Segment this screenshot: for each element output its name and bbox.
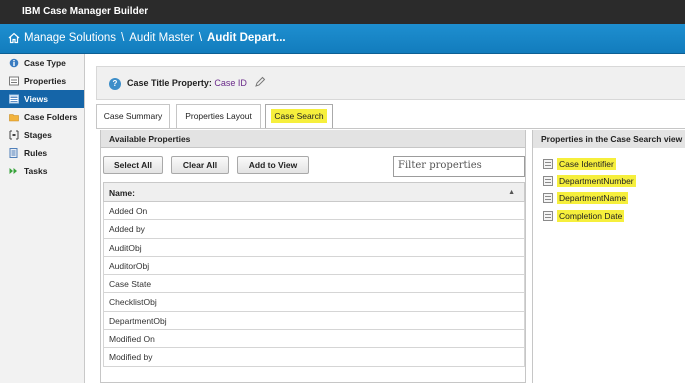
view-property-label: DepartmentNumber (557, 175, 636, 187)
sidebar-item-rules[interactable]: Rules (0, 144, 84, 162)
sidebar-item-label: Tasks (24, 166, 48, 176)
sidebar-item-label: Views (24, 94, 48, 104)
case-search-view-header: Properties in the Case Search view (533, 130, 685, 148)
property-icon (543, 193, 553, 203)
breadcrumb: Manage Solutions \ Audit Master \ Audit Depa… (0, 24, 685, 54)
sidebar-item-views[interactable]: Views (0, 90, 84, 108)
view-property-label: DepartmentName (557, 192, 629, 204)
case-type-icon (9, 58, 19, 68)
filter-properties-input[interactable]: Filter properties (393, 156, 525, 177)
views-icon (9, 94, 19, 104)
view-property-label: Case Identifier (557, 158, 616, 170)
sort-ascending-icon[interactable]: ▲ (508, 183, 515, 203)
sidebar: Case Type Properties Views Case Folders … (0, 54, 85, 383)
table-row[interactable]: AuditorObj (103, 256, 525, 276)
select-all-button[interactable]: Select All (103, 156, 163, 174)
case-title-property: ? Case Title Property: Case ID (96, 66, 685, 100)
column-name-label: Name: (109, 188, 135, 198)
breadcrumb-separator: \ (198, 32, 203, 44)
main-content: ? Case Title Property: Case ID Case Summ… (86, 54, 685, 383)
table-row[interactable]: Modified by (103, 348, 525, 367)
clear-all-button[interactable]: Clear All (171, 156, 229, 174)
properties-icon (9, 76, 19, 86)
breadcrumb-separator: \ (121, 32, 125, 44)
property-icon (543, 211, 553, 221)
case-title-value: Case ID (214, 78, 247, 88)
breadcrumb-manage-solutions[interactable]: Manage Solutions (24, 32, 116, 44)
sidebar-item-label: Stages (24, 130, 52, 140)
help-icon[interactable]: ? (109, 78, 121, 90)
breadcrumb-current: Audit Depart... (207, 32, 286, 44)
tab-case-summary[interactable]: Case Summary (96, 104, 170, 128)
rules-icon (9, 148, 18, 158)
tab-divider (96, 128, 685, 129)
sidebar-item-properties[interactable]: Properties (0, 72, 84, 90)
sidebar-item-stages[interactable]: Stages (0, 126, 84, 144)
tab-properties-layout[interactable]: Properties Layout (176, 104, 261, 128)
sidebar-item-label: Rules (24, 148, 48, 158)
view-property-label: Completion Date (557, 210, 625, 222)
table-row[interactable]: Added On (103, 202, 525, 221)
edit-icon[interactable] (254, 76, 266, 88)
case-title-label: Case Title Property: (127, 78, 212, 88)
available-properties-panel: Available Properties Select All Clear Al… (100, 130, 526, 383)
add-to-view-button[interactable]: Add to View (237, 156, 309, 174)
sidebar-item-label: Properties (24, 76, 67, 86)
sidebar-item-tasks[interactable]: Tasks (0, 162, 84, 180)
sidebar-item-label: Case Type (24, 58, 66, 68)
table-row[interactable]: Modified On (103, 330, 525, 349)
grid-header-name[interactable]: Name: ▲ (103, 182, 525, 202)
stages-icon (9, 130, 19, 140)
app-header: IBM Case Manager Builder (0, 0, 685, 24)
property-icon (543, 159, 553, 169)
available-properties-grid: Name: ▲ Added On Added by AuditObj Audit… (103, 182, 525, 383)
tab-case-search[interactable]: Case Search (265, 104, 333, 128)
case-search-view-panel: Properties in the Case Search view Case … (532, 130, 685, 383)
app-title: IBM Case Manager Builder (22, 6, 149, 17)
sidebar-item-label: Case Folders (24, 112, 78, 122)
sidebar-item-case-folders[interactable]: Case Folders (0, 108, 84, 126)
table-row[interactable]: AuditObj (103, 238, 525, 257)
table-row[interactable]: Case State (103, 275, 525, 294)
home-icon[interactable] (8, 32, 20, 44)
sidebar-item-case-type[interactable]: Case Type (0, 54, 84, 72)
property-icon (543, 176, 553, 186)
table-row[interactable]: DepartmentObj (103, 311, 525, 331)
table-row[interactable]: ChecklistObj (103, 293, 525, 312)
available-properties-header: Available Properties (101, 130, 525, 148)
breadcrumb-audit-master[interactable]: Audit Master (129, 32, 194, 44)
tasks-icon (9, 168, 17, 174)
table-row[interactable]: Added by (103, 220, 525, 239)
folder-icon (9, 114, 19, 122)
